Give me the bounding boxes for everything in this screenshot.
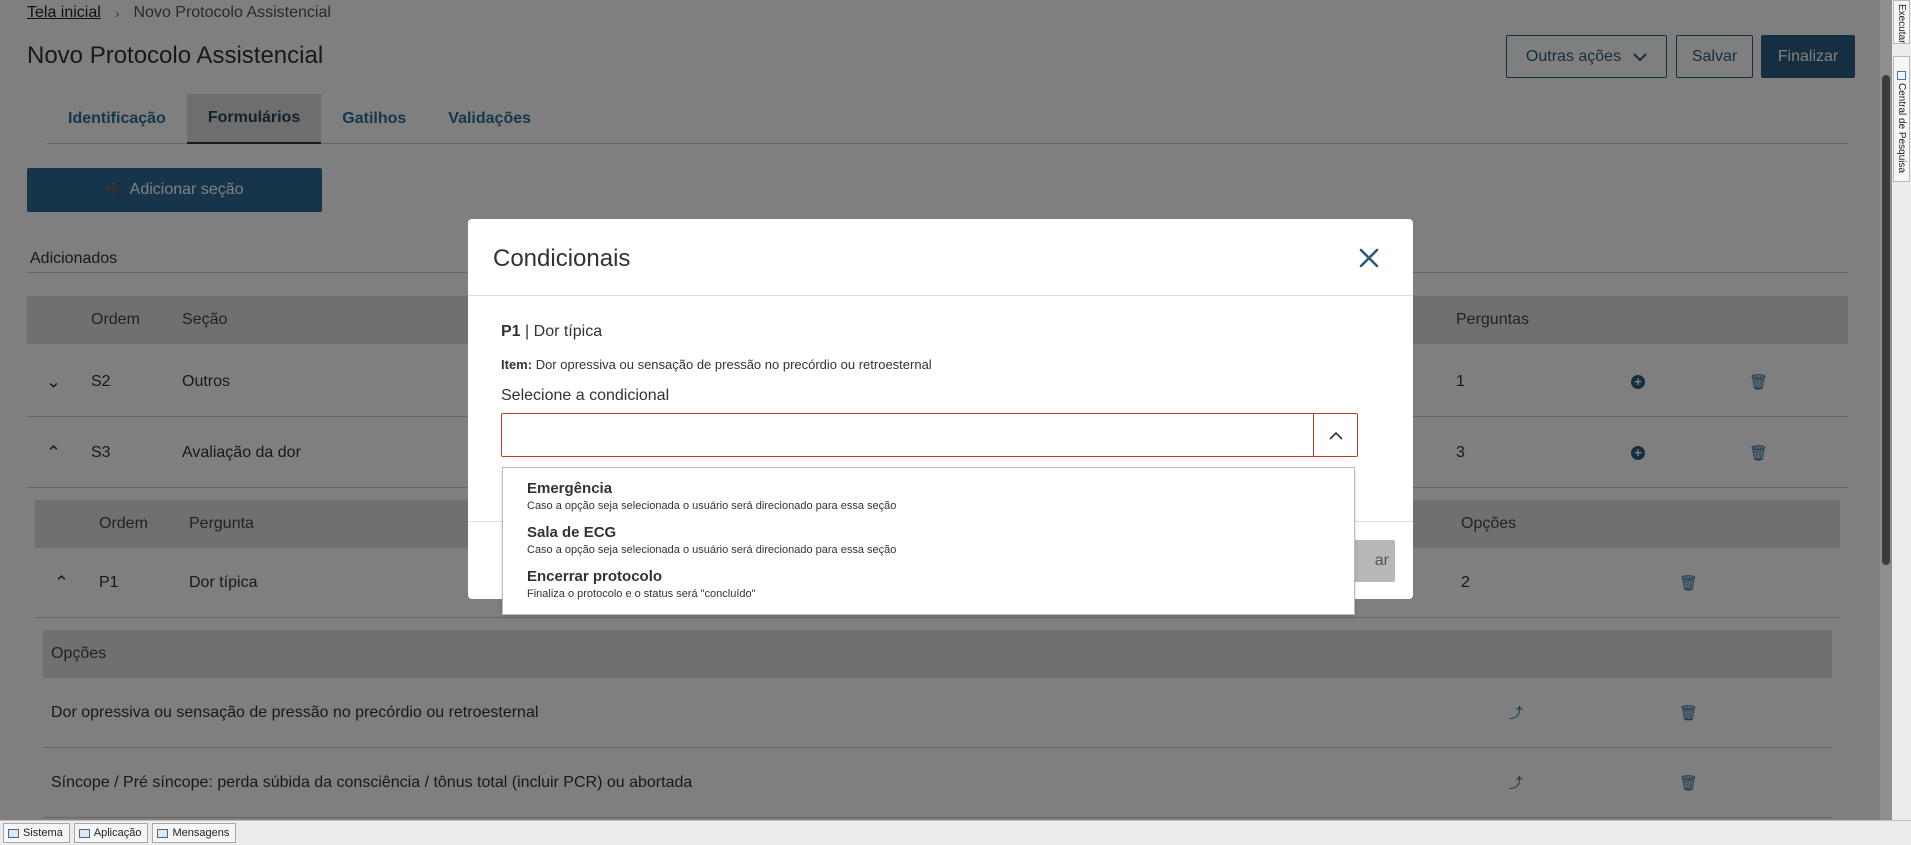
window-icon: [78, 828, 90, 838]
dropdown-option-encerrar[interactable]: Encerrar protocolo Finaliza o protocolo …: [527, 568, 756, 600]
conditional-select-input[interactable]: [502, 414, 1312, 456]
option-title: Encerrar protocolo: [527, 568, 663, 585]
item-label: Item:: [501, 357, 533, 372]
question-line: P1 | Dor típica: [501, 323, 602, 341]
item-text: Dor opressiva ou sensação de pressão no …: [535, 357, 932, 372]
modal-confirm-button[interactable]: ar: [1348, 540, 1395, 582]
research-side-tab-label: Central de Pesquisa: [1896, 82, 1907, 174]
execute-side-tab[interactable]: Executar: [1893, 0, 1910, 44]
option-title: Emergência: [527, 480, 613, 497]
bottom-taskbar: Sistema Aplicação Mensagens: [0, 820, 1911, 845]
taskbar-label: Mensagens: [172, 827, 230, 839]
conditional-select[interactable]: [501, 413, 1358, 457]
taskbar-tab-sistema[interactable]: Sistema: [3, 823, 70, 843]
execute-side-tab-label: Executar: [1896, 3, 1907, 43]
item-line: Item: Dor opressiva ou sensação de press…: [501, 357, 932, 372]
research-side-tab[interactable]: Central de Pesquisa: [1893, 56, 1910, 182]
message-icon: [157, 828, 169, 838]
option-description: Caso a opção seja selecionada o usuário …: [527, 544, 897, 556]
option-title: Sala de ECG: [527, 524, 617, 541]
question-text: | Dor típica: [525, 323, 603, 340]
taskbar-tab-aplicacao[interactable]: Aplicação: [73, 823, 149, 843]
modal-confirm-label: ar: [1374, 552, 1389, 569]
conditional-dropdown-list: Emergência Caso a opção seja selecionada…: [502, 467, 1355, 615]
monitor-icon: [8, 828, 19, 838]
chevron-up-icon: [1328, 431, 1343, 440]
search-panel-icon: [1897, 70, 1906, 80]
modal-divider: [468, 295, 1413, 296]
select-toggle-button[interactable]: [1313, 414, 1357, 456]
option-description: Caso a opção seja selecionada o usuário …: [527, 500, 897, 512]
option-description: Finaliza o protocolo e o status será "co…: [527, 588, 756, 600]
taskbar-label: Aplicação: [93, 827, 142, 839]
scrollbar-thumb[interactable]: [1882, 75, 1890, 565]
close-icon[interactable]: [1357, 246, 1381, 270]
modal-title: Condicionais: [493, 245, 631, 272]
dropdown-option-sala-ecg[interactable]: Sala de ECG Caso a opção seja selecionad…: [527, 524, 896, 556]
question-code: P1: [501, 323, 521, 340]
taskbar-label: Sistema: [23, 827, 63, 839]
taskbar-tab-mensagens[interactable]: Mensagens: [152, 823, 237, 843]
dropdown-option-emergencia[interactable]: Emergência Caso a opção seja selecionada…: [527, 480, 896, 512]
select-label: Selecione a condicional: [501, 387, 670, 404]
